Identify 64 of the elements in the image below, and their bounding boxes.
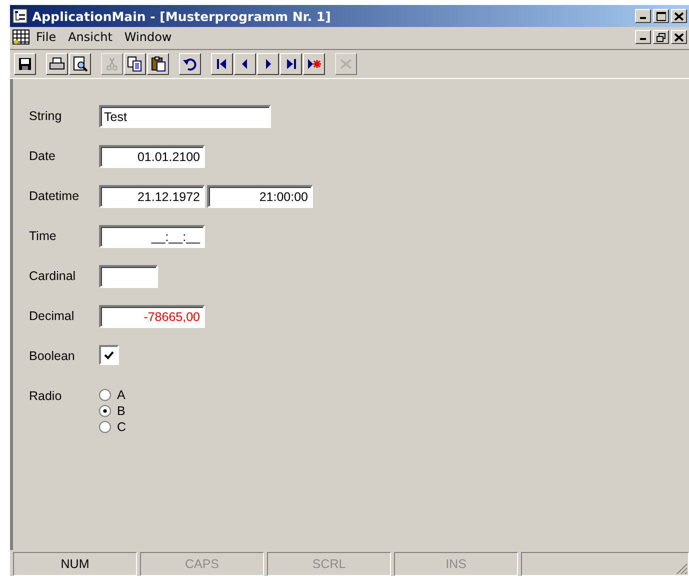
save-icon (17, 56, 33, 72)
grid-icon (12, 29, 30, 45)
radio-label: B (117, 404, 126, 418)
field-label: Radio (29, 388, 63, 403)
input-field[interactable]: -78665,00 (99, 305, 205, 328)
minimize-icon (638, 17, 648, 19)
radio-label: C (117, 420, 126, 434)
radio-button[interactable] (99, 421, 111, 433)
maximize-icon (656, 12, 666, 20)
close-icon (674, 32, 684, 42)
input-field[interactable]: __:__:__ (99, 225, 205, 248)
minimize-icon (638, 38, 648, 40)
undo-icon (182, 56, 198, 72)
toolbar-button[interactable] (211, 53, 233, 75)
menu-item[interactable]: File (30, 30, 62, 44)
restore-button[interactable] (653, 30, 669, 44)
input-field[interactable]: 21:00:00 (207, 185, 313, 208)
close-button[interactable] (671, 30, 687, 44)
status-pane: CAPS (140, 552, 264, 576)
app-icon (12, 8, 28, 24)
radio-button[interactable] (99, 389, 111, 401)
toolbar-button[interactable] (14, 53, 36, 75)
radio-label: A (117, 388, 126, 402)
toolbar-button[interactable] (147, 53, 169, 75)
minimize-button[interactable] (635, 30, 651, 44)
magnifier-page-icon (72, 56, 88, 72)
maximize-button[interactable] (653, 9, 669, 23)
toolbar-button[interactable] (124, 53, 146, 75)
input-field[interactable]: 21.12.1972 (99, 185, 205, 208)
field-label: Boolean (29, 348, 76, 363)
field-label: Date (29, 148, 56, 163)
input-field[interactable] (99, 265, 158, 288)
input-field[interactable]: Test (99, 105, 271, 128)
close-button[interactable] (671, 9, 687, 23)
radio-button[interactable] (99, 405, 111, 417)
toolbar-button[interactable] (257, 53, 279, 75)
scissors-icon (104, 56, 120, 72)
status-pane: NUM (13, 552, 137, 576)
restore-icon (656, 32, 666, 42)
insert-record-icon (306, 56, 322, 72)
checkbox[interactable] (99, 345, 119, 365)
field-label: Datetime (29, 188, 80, 203)
toolbar-button[interactable] (280, 53, 302, 75)
status-pane: INS (394, 552, 518, 576)
toolbar-button[interactable] (46, 53, 68, 75)
field-label: Cardinal (29, 268, 77, 283)
printer-icon (49, 56, 65, 72)
clipboard-icon (150, 56, 166, 72)
menu-item[interactable]: Ansicht (62, 30, 118, 44)
checkmark-icon (104, 350, 114, 360)
field-label: String (29, 108, 63, 123)
toolbar-button[interactable] (179, 53, 201, 75)
menu-item[interactable]: Window (118, 30, 178, 44)
copy-icon (127, 56, 143, 72)
close-icon (674, 12, 684, 20)
field-label: Time (29, 228, 58, 243)
toolbar-button[interactable] (303, 53, 325, 75)
status-pane: SCRL (267, 552, 391, 576)
minimize-button[interactable] (635, 9, 651, 23)
input-field[interactable]: 01.01.2100 (99, 145, 205, 168)
field-label: Decimal (29, 308, 76, 323)
toolbar-button[interactable] (234, 53, 256, 75)
window-title: ApplicationMain - [Musterprogramm Nr. 1] (32, 8, 332, 24)
toolbar-button[interactable] (69, 53, 91, 75)
